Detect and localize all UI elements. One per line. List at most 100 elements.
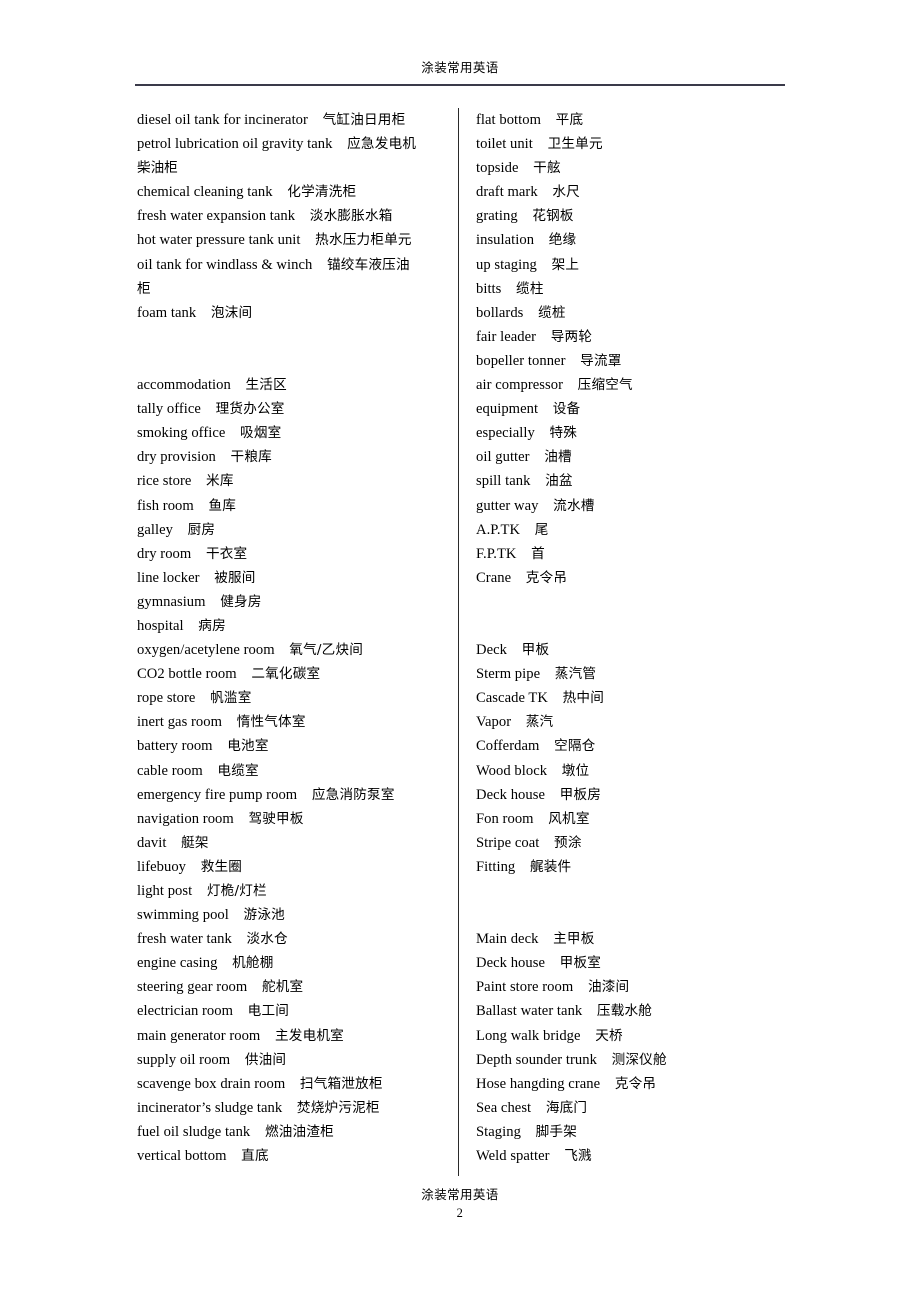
glossary-entry: Paint store room 油漆间 (476, 975, 776, 999)
entry-term-en: inert gas room (137, 714, 222, 731)
entry-term-zh: 压载水舱 (596, 1003, 653, 1020)
glossary-entry: navigation room 驾驶甲板 (137, 807, 442, 831)
glossary-entry: Deck house 甲板房 (476, 783, 776, 807)
entry-term-en: F.P.TK (476, 545, 517, 562)
entry-term-en: chemical cleaning tank (137, 184, 273, 201)
entry-term-en: Vapor (476, 714, 512, 731)
glossary-entry: oil gutter 油槽 (476, 445, 776, 469)
glossary-entry: fish room 鱼库 (137, 494, 442, 518)
header-running-title: 涂装常用英语 (421, 61, 499, 75)
entry-term-zh: 风机室 (548, 810, 590, 827)
glossary-entry: Stripe coat 预涂 (476, 831, 776, 855)
entry-term-en: swimming pool (137, 907, 229, 924)
entry-term-en: Fon room (476, 810, 534, 827)
glossary-entry: dry provision 干粮库 (137, 445, 442, 469)
glossary-entry: emergency fire pump room 应急消防泵室 (137, 783, 442, 807)
entry-term-zh: 平底 (555, 112, 584, 128)
glossary-entry: Deck house 甲板室 (476, 951, 776, 975)
entry-term-en: Paint store room (476, 979, 574, 996)
glossary-entry: lifebuoy 救生圈 (137, 855, 442, 879)
glossary-entry: Vapor 蒸汽 (476, 710, 776, 734)
glossary-entry: swimming pool 游泳池 (137, 903, 442, 927)
footer-running-title: 涂装常用英语 (421, 1188, 499, 1202)
glossary-entry: Main deck 主甲板 (476, 927, 776, 951)
group-separator (137, 325, 442, 373)
entry-term-zh: 二氧化碳室 (251, 666, 321, 683)
header-rule (135, 84, 785, 86)
glossary-entry: air compressor 压缩空气 (476, 373, 776, 397)
glossary-entry: Ballast water tank 压载水舱 (476, 999, 776, 1023)
entry-term-en: vertical bottom (137, 1148, 227, 1165)
entry-term-zh: 主甲板 (553, 931, 595, 948)
glossary-entry: smoking office 吸烟室 (137, 421, 442, 445)
entry-term-zh: 鱼库 (208, 497, 237, 514)
entry-term-en: Ballast water tank (476, 1003, 583, 1020)
glossary-entry: Wood block 墩位 (476, 759, 776, 783)
entry-term-en: cable room (137, 762, 203, 779)
glossary-entry: oxygen/acetylene room 氧气/乙炔间 (137, 638, 442, 662)
glossary-entry: draft mark 水尺 (476, 180, 776, 204)
entry-term-en: oil tank for windlass & winch (137, 256, 313, 273)
glossary-entry: gymnasium 健身房 (137, 590, 442, 614)
entry-term-zh: 泡沫间 (210, 304, 253, 321)
entry-term-zh: 艇架 (181, 834, 209, 851)
entry-term-en: Cofferdam (476, 738, 540, 755)
entry-term-en: Fitting (476, 858, 516, 875)
glossary-entry: Depth sounder trunk 测深仪舱 (476, 1048, 776, 1072)
entry-term-zh: 首 (531, 545, 545, 562)
glossary-entry: electrician room 电工间 (137, 999, 442, 1023)
document-page: 涂装常用英语 diesel oil tank for incinerator 气… (0, 0, 920, 1302)
entry-term-en: Deck house (476, 786, 545, 803)
entry-term-en: A.P.TK (476, 521, 521, 538)
group-separator (476, 879, 776, 927)
entry-term-zh: 救生圈 (200, 858, 243, 875)
entry-term-en: foam tank (137, 304, 197, 321)
entry-term-en: Main deck (476, 931, 539, 948)
entry-term-zh-continuation: 柜 (137, 280, 151, 297)
entry-term-zh: 机舱棚 (232, 955, 274, 972)
entry-term-en: Weld spatter (476, 1148, 550, 1165)
glossary-entry: line locker 被服间 (137, 566, 442, 590)
entry-term-en: insulation (476, 232, 535, 249)
entry-term-zh: 导流罩 (580, 352, 622, 369)
entry-term-en: spill tank (476, 473, 531, 490)
entry-term-zh: 帆滥室 (210, 690, 252, 707)
glossary-entry: fuel oil sludge tank 燃油油渣柜 (137, 1120, 442, 1144)
entry-term-en: dry room (137, 545, 192, 562)
entry-term-en: fish room (137, 497, 194, 514)
glossary-entry: CO2 bottle room 二氧化碳室 (137, 662, 442, 686)
glossary-entry: diesel oil tank for incinerator 气缸油日用柜 (137, 108, 442, 132)
glossary-entry: bopeller tonner 导流罩 (476, 349, 776, 373)
entry-term-zh: 米库 (206, 473, 234, 490)
entry-term-zh: 燃油油渣柜 (264, 1123, 334, 1140)
group-separator (476, 590, 776, 638)
entry-term-zh: 蒸汽 (525, 714, 554, 731)
entry-term-en: flat bottom (476, 112, 541, 128)
glossary-entry: supply oil room 供油间 (137, 1048, 442, 1072)
glossary-entry: tally office 理货办公室 (137, 397, 442, 421)
entry-term-zh: 电工间 (247, 1003, 290, 1020)
entry-term-en: Hose hangding crane (476, 1075, 601, 1092)
entry-term-en: smoking office (137, 425, 226, 442)
glossary-entry: Fon room 风机室 (476, 807, 776, 831)
entry-term-zh: 被服间 (214, 569, 256, 586)
entry-term-zh: 健身房 (220, 593, 262, 610)
entry-term-en: bollards (476, 304, 524, 321)
entry-term-zh: 空隔仓 (554, 738, 596, 755)
glossary-entry: Deck 甲板 (476, 638, 776, 662)
glossary-entry: Fitting 艉装件 (476, 855, 776, 879)
entry-term-en: Stripe coat (476, 834, 540, 851)
entry-term-zh: 生活区 (245, 377, 287, 394)
entry-term-en: Cascade TK (476, 690, 548, 707)
glossary-entry: rice store 米库 (137, 469, 442, 493)
entry-term-en: engine casing (137, 955, 218, 972)
entry-term-zh: 测深仪舱 (611, 1051, 667, 1068)
entry-term-en: Long walk bridge (476, 1027, 581, 1044)
entry-term-en: incinerator’s sludge tank (137, 1099, 283, 1116)
entry-term-zh: 脚手架 (535, 1123, 577, 1140)
glossary-entry: especially 特殊 (476, 421, 776, 445)
entry-term-en: Staging (476, 1123, 521, 1140)
entry-term-en: air compressor (476, 377, 564, 394)
right-column: flat bottom 平底 toilet unit 卫生单元 topside 干舷… (476, 108, 776, 1168)
entry-term-en: hospital (137, 617, 184, 634)
